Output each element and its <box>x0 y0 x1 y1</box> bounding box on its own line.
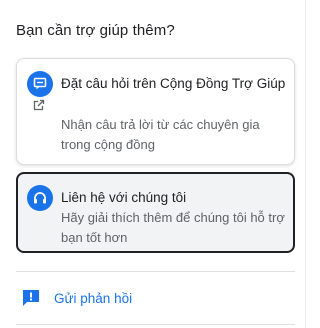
help-heading: Bạn cần trợ giúp thêm? <box>16 22 175 39</box>
community-card-description: Nhận câu trả lời từ các chuyên gia trong… <box>61 117 260 152</box>
open-in-new-icon <box>33 99 45 111</box>
contact-card-title: Liên hệ với chúng tôi <box>61 190 187 205</box>
send-feedback-link[interactable]: Gửi phản hồi <box>16 282 295 314</box>
send-feedback-label: Gửi phản hồi <box>54 290 133 306</box>
contact-card-description: Hãy giải thích thêm để chúng tôi hỗ trợ … <box>61 210 285 245</box>
help-panel: Bạn cần trợ giúp thêm? Đặt câu hỏi trên … <box>0 0 310 328</box>
divider-top <box>16 271 295 272</box>
forum-icon <box>27 71 53 97</box>
community-card-title: Đặt câu hỏi trên Cộng Đồng Trợ Giúp <box>61 76 286 91</box>
divider-bottom <box>16 324 295 325</box>
contact-us-card[interactable]: Liên hệ với chúng tôi Hãy giải thích thê… <box>16 172 295 253</box>
headset-icon <box>27 185 53 211</box>
community-help-card[interactable]: Đặt câu hỏi trên Cộng Đồng Trợ Giúp Nhận… <box>16 58 295 165</box>
feedback-icon <box>23 290 39 306</box>
panel-edge-divider <box>305 0 306 328</box>
